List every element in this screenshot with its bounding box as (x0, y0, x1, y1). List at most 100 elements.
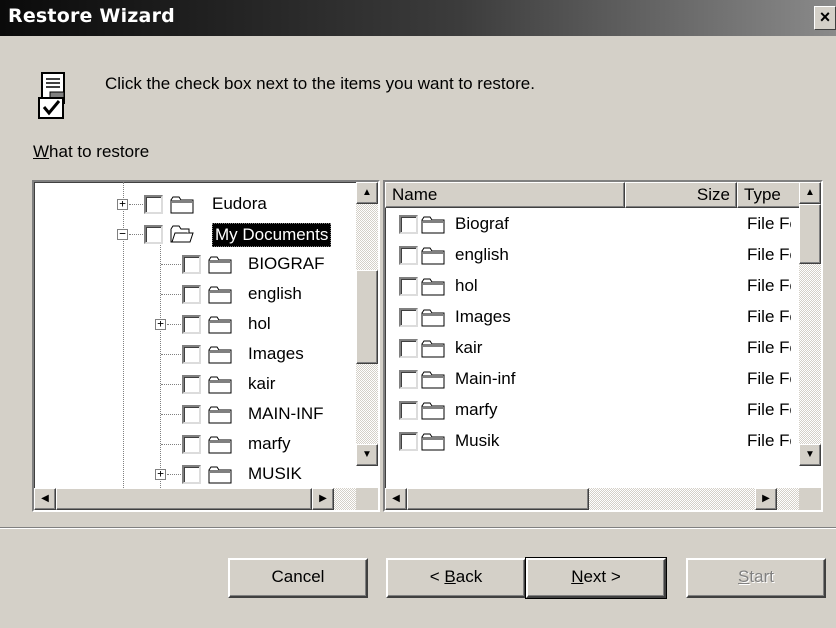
list-scroll-down-arrow-icon[interactable]: ▼ (799, 444, 821, 466)
tree-item-images[interactable]: Images (34, 342, 354, 370)
tree-item-label: MAIN-INF (248, 404, 324, 423)
next-button[interactable]: Next > (525, 557, 667, 599)
folder-icon (421, 216, 445, 234)
list-checkbox[interactable] (399, 215, 418, 234)
tree-item-biograf[interactable]: BIOGRAF (34, 252, 354, 280)
tree-checkbox[interactable] (182, 285, 201, 304)
list-item-english[interactable]: english File Folder (385, 240, 799, 271)
close-button[interactable]: × (814, 6, 836, 30)
folder-icon (208, 406, 232, 424)
folder-icon (170, 196, 194, 214)
folder-icon (421, 371, 445, 389)
tree-item-musik[interactable]: + MUSIK (34, 462, 354, 490)
list-item-musik[interactable]: Musik File Folder (385, 426, 799, 457)
list-item-kair[interactable]: kair File Folder (385, 333, 799, 364)
tree-item-main-inf[interactable]: MAIN-INF (34, 402, 354, 430)
tree-checkbox[interactable] (182, 435, 201, 454)
tree-checkbox[interactable] (144, 195, 163, 214)
expand-icon[interactable]: + (117, 198, 128, 210)
tree-vertical-scroll-thumb[interactable] (356, 270, 378, 364)
back-button-accel: B (444, 567, 456, 586)
tree-checkbox[interactable] (182, 375, 201, 394)
list-item-main-inf[interactable]: Main-inf File Folder (385, 364, 799, 395)
folder-icon (208, 376, 232, 394)
start-button[interactable]: Start (686, 558, 826, 598)
list-item-name: Images (455, 307, 511, 326)
list-checkbox[interactable] (399, 401, 418, 420)
back-button-prefix: < (429, 567, 445, 586)
next-button-text: ext > (583, 567, 621, 586)
list-checkbox[interactable] (399, 246, 418, 265)
list-item-name: english (455, 245, 509, 264)
back-button[interactable]: < Back (386, 558, 526, 598)
what-to-restore-label: What to restore (33, 142, 149, 162)
tree-item-kair[interactable]: kair (34, 372, 354, 400)
folder-icon (421, 433, 445, 451)
tree-item-label: MUSIK (248, 464, 302, 483)
open-folder-icon (170, 225, 194, 243)
folder-icon (208, 286, 232, 304)
tree-item-label: My Documents (212, 223, 332, 247)
list-item-type: File Folder (747, 214, 791, 233)
list-item-name: Main-inf (455, 369, 516, 388)
list-checkbox[interactable] (399, 339, 418, 358)
tree-checkbox[interactable] (182, 315, 201, 334)
column-header-size[interactable]: Size (625, 182, 737, 208)
tree-item-label: english (248, 284, 302, 303)
tree-item-marfy[interactable]: marfy (34, 432, 354, 460)
list-item-marfy[interactable]: marfy File Folder (385, 395, 799, 426)
expand-icon[interactable]: + (155, 318, 166, 330)
cancel-button[interactable]: Cancel (228, 558, 368, 598)
list-vertical-scroll-thumb[interactable] (799, 204, 821, 264)
tree-item-eudora[interactable]: + Eudora (34, 192, 354, 220)
what-to-restore-accel: W (33, 142, 50, 161)
tree-checkbox[interactable] (182, 345, 201, 364)
tree-item-label: marfy (248, 434, 291, 453)
list-item-biograf[interactable]: Biograf File Folder (385, 209, 799, 240)
column-header-name[interactable]: Name (385, 182, 625, 208)
tree-scroll-right-arrow-icon[interactable]: ▶ (312, 488, 334, 510)
tree-horizontal-scroll-thumb[interactable] (56, 488, 312, 510)
tree-checkbox[interactable] (182, 255, 201, 274)
list-checkbox[interactable] (399, 432, 418, 451)
tree-scroll-left-arrow-icon[interactable]: ◀ (34, 488, 56, 510)
tree-item-my-documents[interactable]: − My Documents (34, 222, 354, 250)
tree-checkbox[interactable] (144, 225, 163, 244)
list-item-images[interactable]: Images File Folder (385, 302, 799, 333)
list-checkbox[interactable] (399, 277, 418, 296)
list-scroll-left-arrow-icon[interactable]: ◀ (385, 488, 407, 510)
list-item-type: File Folder (747, 245, 791, 264)
list-item-type: File Folder (747, 307, 791, 326)
tree-item-english[interactable]: english (34, 282, 354, 310)
folder-icon (421, 402, 445, 420)
folder-icon (421, 309, 445, 327)
expand-icon[interactable]: + (155, 468, 166, 480)
list-item-type: File Folder (747, 431, 791, 450)
separator-highlight (0, 528, 836, 529)
folder-tree[interactable]: + Eudora − My Documents BIOGRAF english … (32, 180, 380, 512)
column-header-type[interactable]: Type (737, 182, 803, 208)
next-button-accel: N (571, 567, 584, 586)
tree-checkbox[interactable] (182, 465, 201, 484)
list-item-name: kair (455, 338, 483, 357)
tree-scroll-down-arrow-icon[interactable]: ▼ (356, 444, 378, 466)
file-list[interactable]: Name Size Type Biograf File Folder engli… (383, 180, 823, 512)
tree-checkbox[interactable] (182, 405, 201, 424)
restore-checklist-icon (38, 72, 65, 119)
tree-scroll-corner (356, 488, 378, 510)
list-item-type: File Folder (747, 276, 791, 295)
list-scroll-up-arrow-icon[interactable]: ▲ (799, 182, 821, 204)
what-to-restore-text: hat to restore (49, 142, 150, 161)
tree-scroll-up-arrow-icon[interactable]: ▲ (356, 182, 378, 204)
collapse-icon[interactable]: − (117, 228, 128, 240)
folder-icon (421, 278, 445, 296)
list-item-type: File Folder (747, 400, 791, 419)
tree-item-label: kair (248, 374, 276, 393)
tree-item-hol[interactable]: + hol (34, 312, 354, 340)
list-item-hol[interactable]: hol File Folder (385, 271, 799, 302)
tree-item-label: BIOGRAF (248, 254, 325, 273)
list-horizontal-scroll-thumb[interactable] (407, 488, 589, 510)
list-checkbox[interactable] (399, 308, 418, 327)
list-scroll-right-arrow-icon[interactable]: ▶ (755, 488, 777, 510)
list-checkbox[interactable] (399, 370, 418, 389)
